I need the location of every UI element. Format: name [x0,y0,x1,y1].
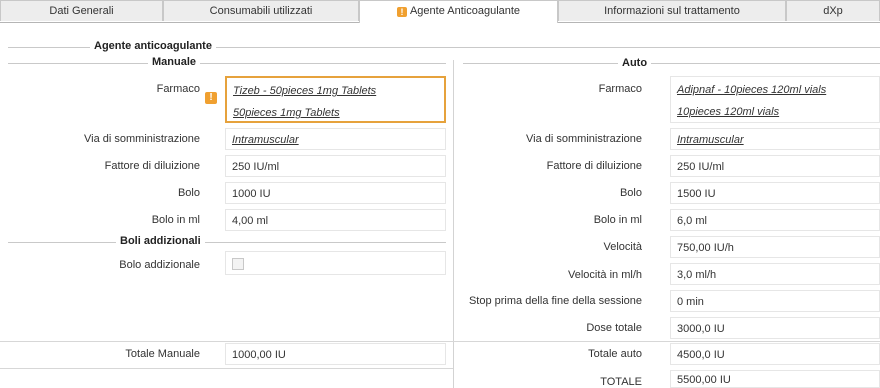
fattore-value: 250 IU/ml [232,161,280,173]
totale-auto-field: 4500,0 IU [670,343,880,365]
auto-bolo-label: Bolo [619,187,642,199]
stop-value: 0 min [677,296,704,308]
totale-auto-label: Totale auto [588,348,642,360]
auto-bolo-value: 1500 IU [677,188,716,200]
velocita-label: Velocità [603,241,642,253]
tab-label: dXp [823,5,843,17]
tab-agente-anticoagulante[interactable]: ! Agente Anticoagulante [359,0,558,23]
farmaco-label: Farmaco [156,83,200,95]
dose-totale-value: 3000,0 IU [677,323,725,335]
totale-manuale-field: 1000,00 IU [225,343,446,365]
manual-rule [8,63,446,64]
bolo-addizionale-field [225,251,446,275]
auto-farmaco-field[interactable]: Adipnaf - 10pieces 120ml vials 10pieces … [670,76,880,123]
bolo-ml-value: 4,00 ml [232,215,269,227]
fattore-field[interactable]: 250 IU/ml [225,155,446,177]
bolo-field[interactable]: 1000 IU [225,182,446,204]
warning-icon: ! [396,7,407,17]
bolo-addizionale-label: Bolo addizionale [119,259,200,271]
auto-bolo-field[interactable]: 1500 IU [670,182,880,204]
auto-bolo-ml-label: Bolo in ml [593,214,642,226]
boli-title: Boli addizionali [116,235,205,247]
tab-dxp[interactable]: dXp [786,0,880,21]
grand-total-field: 5500,00 IU [670,370,880,388]
auto-farmaco-label: Farmaco [598,83,642,95]
velocita-ml-field[interactable]: 3,0 ml/h [670,263,880,285]
auto-farmaco-link[interactable]: Adipnaf - 10pieces 120ml vials [677,84,826,96]
farmaco-link[interactable]: 50pieces 1mg Tablets [233,107,340,119]
auto-via-value[interactable]: Intramuscular [677,134,744,146]
warning-icon: ! [205,92,217,104]
bolo-ml-field[interactable]: 4,00 ml [225,209,446,231]
via-field[interactable]: Intramuscular [225,128,446,150]
velocita-ml-label: Velocità in ml/h [568,269,642,281]
velocita-ml-value: 3,0 ml/h [677,269,717,281]
velocita-value: 750,00 IU/h [677,242,734,254]
tab-label: Dati Generali [49,5,114,17]
tab-label: Consumabili utilizzati [209,5,313,17]
boli-rule [8,242,446,243]
velocita-field[interactable]: 750,00 IU/h [670,236,880,258]
bolo-label: Bolo [177,187,200,199]
bolo-addizionale-checkbox[interactable] [232,258,244,270]
totale-manuale-label: Totale Manuale [125,348,200,360]
auto-farmaco-link[interactable]: 10pieces 120ml vials [677,106,779,118]
auto-via-label: Via di somministrazione [526,133,642,145]
bolo-value: 1000 IU [232,188,271,200]
auto-fattore-field[interactable]: 250 IU/ml [670,155,880,177]
farmaco-link[interactable]: Tizeb - 50pieces 1mg Tablets [233,85,376,97]
auto-rule [463,63,880,64]
bolo-ml-label: Bolo in ml [151,214,200,226]
tab-label: Informazioni sul trattamento [604,5,740,17]
column-divider [453,60,454,388]
tab-dati-generali[interactable]: Dati Generali [0,0,163,21]
auto-bolo-ml-value: 6,0 ml [677,215,707,227]
auto-title: Auto [618,57,652,69]
tab-bar: Dati Generali Consumabili utilizzati ! Ag… [0,0,880,23]
grand-total-value: 5500,00 IU [677,374,731,386]
stop-label: Stop prima della fine della sessione [468,295,642,307]
via-value[interactable]: Intramuscular [232,134,299,146]
auto-fattore-label: Fattore di diluizione [546,160,642,172]
auto-fattore-value: 250 IU/ml [677,161,725,173]
dose-totale-field: 3000,0 IU [670,317,880,339]
tab-label: Agente Anticoagulante [409,5,521,17]
tab-consumabili[interactable]: Consumabili utilizzati [163,0,359,21]
totale-manuale-value: 1000,00 IU [232,349,286,361]
totals-separator [0,341,880,342]
farmaco-field[interactable]: Tizeb - 50pieces 1mg Tablets 50pieces 1m… [225,76,446,123]
totals-separator [0,368,453,369]
dose-totale-label: Dose totale [586,322,642,334]
section-title: Agente anticoagulante [90,40,216,52]
totale-auto-value: 4500,0 IU [677,349,725,361]
auto-via-field[interactable]: Intramuscular [670,128,880,150]
grand-total-label: TOTALE [600,376,642,388]
stop-field[interactable]: 0 min [670,290,880,312]
auto-bolo-ml-field[interactable]: 6,0 ml [670,209,880,231]
fattore-label: Fattore di diluizione [104,160,200,172]
manual-title: Manuale [148,56,201,68]
via-label: Via di somministrazione [84,133,200,145]
tab-informazioni-trattamento[interactable]: Informazioni sul trattamento [558,0,786,21]
